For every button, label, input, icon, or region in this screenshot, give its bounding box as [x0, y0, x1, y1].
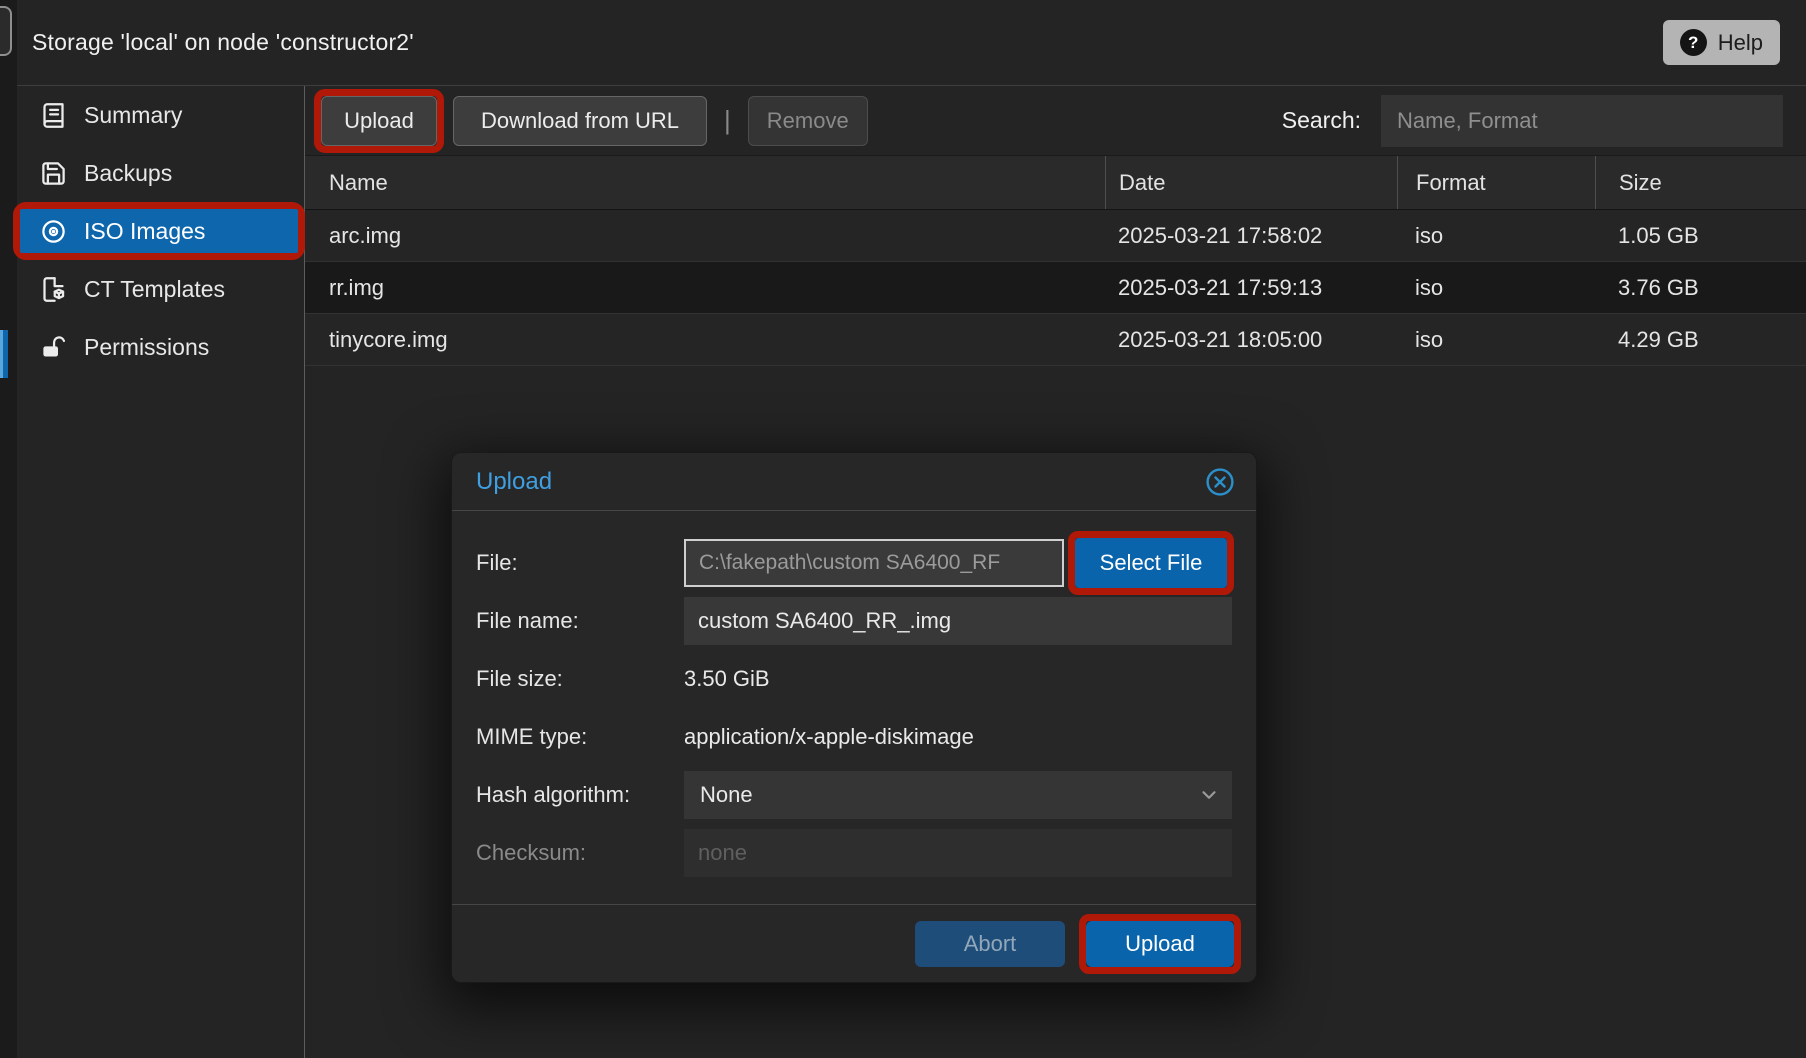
file-name-row: File name: [476, 597, 1232, 645]
dialog-title: Upload [476, 468, 552, 496]
file-size-label: File size: [476, 666, 684, 692]
file-size-value: 3.50 GiB [684, 666, 770, 692]
help-button-label: Help [1718, 30, 1763, 56]
disc-icon [40, 218, 67, 245]
file-path-input[interactable] [684, 539, 1064, 587]
checksum-row: Checksum: [476, 829, 1232, 877]
cell-name: rr.img [305, 262, 1105, 313]
cell-name: tinycore.img [305, 314, 1105, 365]
remove-button[interactable]: Remove [748, 96, 868, 146]
column-header-date[interactable]: Date [1105, 156, 1397, 209]
clipped-panel-corner [0, 6, 12, 56]
hash-algorithm-row: Hash algorithm: None [476, 771, 1232, 819]
close-button[interactable] [1203, 465, 1237, 499]
background-strip [0, 0, 17, 1058]
sidebar-item-summary[interactable]: Summary [17, 93, 304, 137]
file-name-input[interactable] [684, 597, 1232, 645]
file-label: File: [476, 550, 684, 576]
sidebar-item-label: Backups [84, 160, 172, 187]
page-title: Storage 'local' on node 'constructor2' [32, 29, 414, 56]
cell-size: 3.76 GB [1595, 262, 1806, 313]
close-icon [1204, 466, 1236, 498]
cell-size: 1.05 GB [1595, 210, 1806, 261]
search-label: Search: [1282, 107, 1361, 134]
cell-format: iso [1397, 314, 1595, 365]
sidebar-item-label: Summary [84, 102, 182, 129]
column-header-format[interactable]: Format [1397, 156, 1595, 209]
cell-date: 2025-03-21 17:58:02 [1105, 210, 1397, 261]
question-mark-icon: ? [1680, 29, 1707, 56]
abort-button[interactable]: Abort [915, 921, 1065, 967]
help-button[interactable]: ? Help [1663, 20, 1780, 65]
mime-type-label: MIME type: [476, 724, 684, 750]
hash-algorithm-value: None [700, 782, 753, 808]
sidebar: Summary Backups ISO Images [17, 86, 305, 1058]
unlock-icon [40, 334, 67, 361]
hash-algorithm-select[interactable]: None [684, 771, 1232, 819]
book-icon [40, 102, 67, 129]
table-row[interactable]: tinycore.img 2025-03-21 18:05:00 iso 4.2… [305, 314, 1806, 366]
checksum-input[interactable] [684, 829, 1232, 877]
toolbar-separator: | [724, 105, 731, 136]
download-from-url-button[interactable]: Download from URL [453, 96, 707, 146]
annotation-box-select-file: Select File [1068, 531, 1234, 595]
file-row: File: Select File [476, 539, 1232, 587]
table-header: Name Date Format Size [305, 155, 1806, 210]
annotation-box-iso-images: ISO Images [13, 202, 305, 260]
select-file-button[interactable]: Select File [1075, 538, 1227, 588]
column-header-name[interactable]: Name [305, 156, 1105, 209]
table-row[interactable]: rr.img 2025-03-21 17:59:13 iso 3.76 GB [305, 262, 1806, 314]
hash-algorithm-label: Hash algorithm: [476, 782, 684, 808]
sidebar-item-permissions[interactable]: Permissions [17, 325, 304, 369]
mime-type-row: MIME type: application/x-apple-diskimage [476, 713, 1232, 761]
checksum-label: Checksum: [476, 840, 684, 866]
floppy-icon [40, 160, 67, 187]
annotation-box-upload-toolbar: Upload [314, 89, 444, 153]
search-input[interactable] [1381, 95, 1783, 147]
dialog-upload-button[interactable]: Upload [1086, 921, 1234, 967]
cell-date: 2025-03-21 18:05:00 [1105, 314, 1397, 365]
chevron-down-icon [1198, 784, 1220, 806]
table-row[interactable]: arc.img 2025-03-21 17:58:02 iso 1.05 GB [305, 210, 1806, 262]
upload-dialog: Upload File: Select File File name: File [451, 452, 1257, 983]
column-header-size[interactable]: Size [1595, 156, 1806, 209]
header-bar: Storage 'local' on node 'constructor2' ?… [17, 0, 1806, 86]
sidebar-item-backups[interactable]: Backups [17, 151, 304, 195]
cell-date: 2025-03-21 17:59:13 [1105, 262, 1397, 313]
template-icon [40, 276, 67, 303]
sidebar-item-label: CT Templates [84, 276, 225, 303]
sidebar-item-label: Permissions [84, 334, 209, 361]
cell-name: arc.img [305, 210, 1105, 261]
cell-format: iso [1397, 262, 1595, 313]
file-size-row: File size: 3.50 GiB [476, 655, 1232, 703]
clipped-tree-selection [0, 330, 8, 378]
mime-type-value: application/x-apple-diskimage [684, 724, 974, 750]
sidebar-item-label: ISO Images [84, 218, 205, 245]
cell-format: iso [1397, 210, 1595, 261]
file-name-label: File name: [476, 608, 684, 634]
sidebar-item-ct-templates[interactable]: CT Templates [17, 267, 304, 311]
sidebar-item-iso-images[interactable]: ISO Images [20, 209, 298, 253]
annotation-box-upload-dialog: Upload [1079, 914, 1241, 974]
upload-dialog-header[interactable]: Upload [452, 453, 1256, 511]
toolbar: Upload Download from URL | Remove Search… [305, 86, 1806, 155]
upload-dialog-body: File: Select File File name: File size: … [452, 511, 1256, 904]
upload-dialog-footer: Abort Upload [452, 904, 1256, 982]
upload-button[interactable]: Upload [321, 96, 437, 146]
cell-size: 4.29 GB [1595, 314, 1806, 365]
